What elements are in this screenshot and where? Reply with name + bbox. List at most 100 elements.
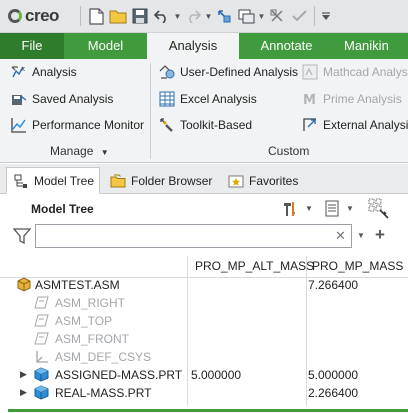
mass-cell: 5.000000 bbox=[308, 368, 359, 382]
tab-annotate[interactable]: Annotate bbox=[239, 33, 334, 59]
external-analysis-button[interactable]: External Analysis bbox=[301, 114, 408, 136]
status-strip bbox=[0, 406, 408, 413]
alt-mass-cell: 5.000000 bbox=[191, 368, 242, 382]
column-header-pro-mp-alt-mass[interactable]: PRO_MP_ALT_MASS bbox=[195, 259, 314, 273]
tree-row-label: ASM_FRONT bbox=[55, 332, 130, 346]
tree-row-label: ASMTEST.ASM bbox=[35, 278, 120, 292]
manage-group-label[interactable]: Manage ▼ bbox=[50, 143, 109, 159]
tab-file[interactable]: File bbox=[0, 33, 64, 59]
performance-monitor-label: Performance Monitor bbox=[32, 118, 145, 132]
user-defined-analysis-icon bbox=[159, 65, 175, 79]
datum-plane-icon bbox=[34, 314, 49, 327]
tree-filter-columns-icon[interactable] bbox=[368, 198, 390, 220]
ribbon-group-divider bbox=[150, 63, 151, 159]
prime-analysis-label: Prime Analysis bbox=[323, 92, 402, 106]
tab-folder-browser[interactable]: Folder Browser bbox=[104, 167, 219, 194]
tree-row-part[interactable]: ▶ REAL-MASS.PRT 2.266400 bbox=[0, 384, 408, 402]
tree-row-datum-plane[interactable]: ASM_TOP bbox=[0, 312, 408, 330]
quick-access-toolbar: creo ▼ ▼ ▼ bbox=[0, 0, 408, 33]
prime-analysis-icon: M' bbox=[303, 92, 316, 108]
custom-group-label: Custom bbox=[268, 144, 310, 158]
tree-row-part[interactable]: ▶ ASSIGNED-MASS.PRT 5.000000 5.000000 bbox=[0, 366, 408, 384]
clear-search-icon[interactable]: ✕ bbox=[335, 228, 346, 244]
close-window-icon[interactable] bbox=[266, 5, 288, 27]
mathcad-analysis-button[interactable]: Mathcad Analysis bbox=[301, 61, 408, 83]
expand-arrow-icon[interactable]: ▶ bbox=[20, 369, 27, 380]
window-dropdown-icon[interactable]: ▼ bbox=[257, 12, 266, 21]
datum-plane-icon bbox=[34, 296, 49, 309]
model-tree-icon bbox=[14, 174, 27, 188]
tree-row-coordinate-system[interactable]: ASM_DEF_CSYS bbox=[0, 348, 408, 366]
saved-analysis-button[interactable]: Saved Analysis bbox=[10, 88, 113, 110]
toolkit-based-label: Toolkit-Based bbox=[180, 118, 253, 132]
part-icon bbox=[34, 385, 49, 400]
navigator-tab-bar: Model Tree Folder Browser Favorites bbox=[0, 164, 408, 194]
saved-analysis-label: Saved Analysis bbox=[32, 92, 114, 106]
tab-folder-browser-label: Folder Browser bbox=[131, 173, 213, 188]
analysis-button[interactable]: x Analysis bbox=[10, 61, 77, 83]
open-folder-icon[interactable] bbox=[107, 5, 129, 27]
customize-dropdown-icon[interactable] bbox=[319, 11, 333, 21]
regenerate-icon[interactable] bbox=[213, 5, 235, 27]
tab-model-tree-label: Model Tree bbox=[34, 173, 95, 188]
show-columns-icon[interactable] bbox=[323, 199, 343, 219]
undo-icon[interactable] bbox=[151, 5, 173, 27]
tab-model[interactable]: Model bbox=[64, 33, 147, 59]
assembly-icon bbox=[17, 277, 31, 292]
redo-dropdown-icon[interactable]: ▼ bbox=[204, 12, 213, 21]
svg-text:': ' bbox=[314, 92, 316, 100]
analysis-icon: x bbox=[11, 65, 25, 78]
performance-monitor-button[interactable]: Performance Monitor bbox=[10, 114, 144, 136]
analysis-label: Analysis bbox=[32, 65, 77, 79]
manage-group-text: Manage bbox=[50, 144, 94, 158]
tree-row-datum-plane[interactable]: ASM_RIGHT bbox=[0, 294, 408, 312]
tree-row-assembly[interactable]: ASMTEST.ASM 7.266400 bbox=[0, 276, 408, 294]
prime-analysis-button[interactable]: M ' Prime Analysis bbox=[301, 88, 402, 110]
part-icon bbox=[34, 367, 49, 382]
model-tree-header: Model Tree ▼ ▼ bbox=[0, 195, 408, 223]
checkmark-icon[interactable] bbox=[288, 5, 310, 27]
tree-row-datum-plane[interactable]: ASM_FRONT bbox=[0, 330, 408, 348]
search-dropdown-icon[interactable]: ▼ bbox=[357, 231, 365, 240]
excel-analysis-label: Excel Analysis bbox=[180, 92, 257, 106]
undo-dropdown-icon[interactable]: ▼ bbox=[173, 12, 182, 21]
creo-logo-text: creo bbox=[25, 6, 59, 25]
saved-analysis-icon bbox=[12, 95, 27, 105]
folder-browser-icon bbox=[110, 174, 126, 187]
external-analysis-icon bbox=[303, 118, 316, 131]
excel-analysis-button[interactable]: Excel Analysis bbox=[158, 88, 257, 110]
redo-icon[interactable] bbox=[182, 5, 204, 27]
status-strip-accent bbox=[8, 409, 408, 412]
model-tree-filter-row: ✕ ▼ + bbox=[0, 224, 408, 250]
window-icon[interactable] bbox=[235, 5, 257, 27]
tab-model-tree[interactable]: Model Tree bbox=[6, 167, 100, 194]
excel-analysis-icon bbox=[159, 91, 175, 107]
save-icon[interactable] bbox=[129, 5, 151, 27]
tree-settings-dropdown-icon[interactable]: ▼ bbox=[305, 204, 313, 213]
column-header-pro-mp-mass[interactable]: PRO_MP_MASS bbox=[312, 259, 406, 273]
expand-arrow-icon[interactable]: ▶ bbox=[20, 387, 27, 398]
user-defined-analysis-button[interactable]: User-Defined Analysis bbox=[158, 61, 298, 83]
tree-row-label: ASM_DEF_CSYS bbox=[55, 350, 152, 364]
chevron-down-icon: ▼ bbox=[100, 148, 109, 157]
toolkit-based-button[interactable]: Toolkit-Based bbox=[158, 114, 252, 136]
show-dropdown-icon[interactable]: ▼ bbox=[346, 204, 354, 213]
tree-row-label: REAL-MASS.PRT bbox=[55, 386, 152, 400]
filter-funnel-icon[interactable] bbox=[12, 227, 32, 245]
tab-manikin[interactable]: Manikin bbox=[334, 33, 408, 59]
new-file-icon[interactable] bbox=[85, 5, 107, 27]
add-filter-icon[interactable]: + bbox=[375, 225, 385, 245]
tab-favorites-label: Favorites bbox=[249, 173, 299, 188]
creo-logo-mark bbox=[8, 9, 22, 23]
ribbon-panel: x Analysis Saved Analysis Performance Mo… bbox=[0, 59, 408, 163]
tree-row-label: ASM_RIGHT bbox=[55, 296, 126, 310]
svg-text:x: x bbox=[21, 65, 25, 73]
tab-favorites[interactable]: Favorites bbox=[222, 167, 308, 194]
tab-analysis[interactable]: Analysis bbox=[147, 33, 239, 59]
tree-row-label: ASM_TOP bbox=[55, 314, 113, 328]
model-tree-search-input[interactable] bbox=[35, 224, 352, 248]
user-defined-analysis-label: User-Defined Analysis bbox=[180, 65, 299, 79]
tree-settings-icon[interactable] bbox=[281, 199, 301, 219]
external-analysis-label: External Analysis bbox=[323, 118, 408, 132]
tree-row-label: ASSIGNED-MASS.PRT bbox=[55, 368, 183, 382]
